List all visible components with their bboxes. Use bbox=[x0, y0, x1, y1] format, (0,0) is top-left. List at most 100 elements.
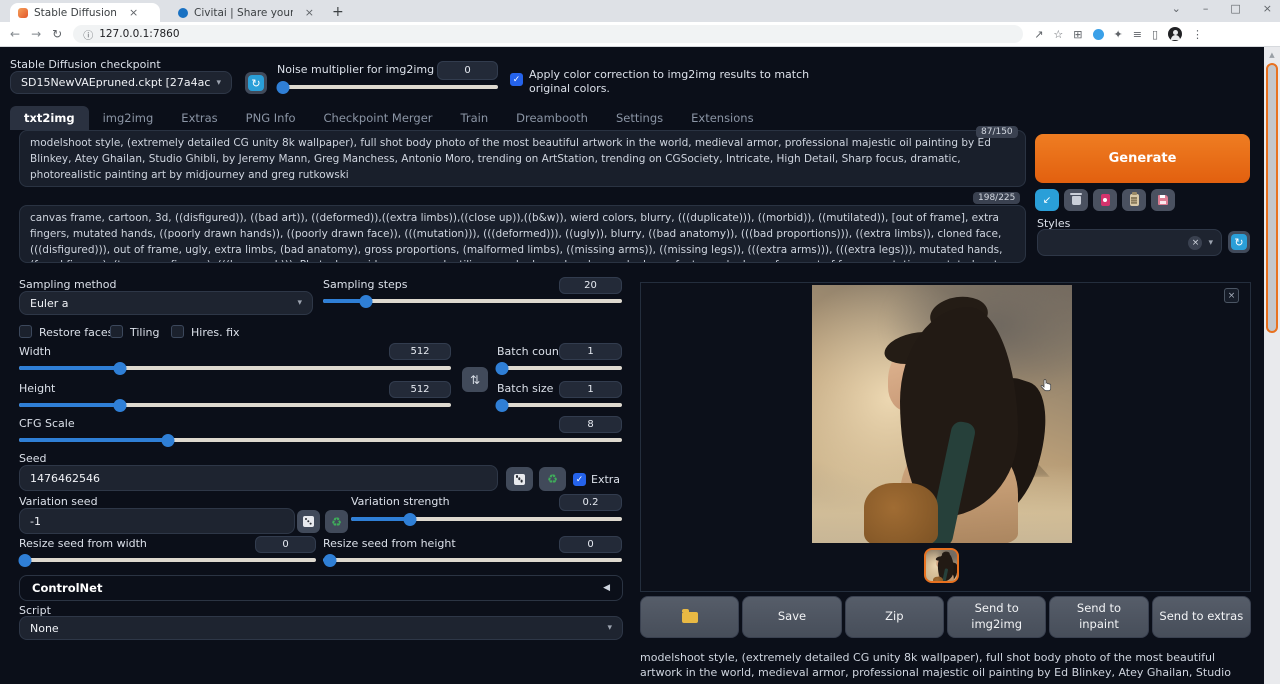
prompt-textarea[interactable]: modelshoot style, (extremely detailed CG… bbox=[19, 130, 1026, 187]
address-bar[interactable]: ⓘ 127.0.0.1:7860 bbox=[73, 25, 1023, 43]
tiling-label: Tiling bbox=[130, 326, 160, 339]
cfg-scale-slider[interactable] bbox=[19, 438, 622, 442]
tab-txt2img[interactable]: txt2img bbox=[10, 106, 89, 130]
stable-diffusion-favicon bbox=[18, 8, 28, 18]
output-buttons-row: Save Zip Send to img2img Send to inpaint… bbox=[640, 596, 1251, 638]
resize-seed-width-slider[interactable] bbox=[19, 558, 316, 562]
browser-tab-stable-diffusion[interactable]: Stable Diffusion × bbox=[10, 3, 160, 22]
color-correction-checkbox[interactable]: ✓ bbox=[510, 73, 523, 86]
browser-tab-civitai[interactable]: Civitai | Share your models × bbox=[170, 3, 322, 22]
random-variation-seed-button[interactable] bbox=[297, 510, 320, 533]
swap-dimensions-button[interactable]: ⇅ bbox=[462, 367, 488, 392]
window-minimize-button[interactable]: – bbox=[1203, 2, 1209, 15]
back-icon[interactable]: ← bbox=[10, 27, 20, 41]
apply-styles-button[interactable] bbox=[1122, 189, 1146, 211]
extension-blue-icon[interactable] bbox=[1093, 29, 1104, 40]
reading-list-icon[interactable]: ≡ bbox=[1133, 28, 1142, 41]
apps-grid-icon[interactable]: ⊞ bbox=[1073, 28, 1082, 41]
styles-refresh-button[interactable]: ↻ bbox=[1228, 231, 1250, 253]
variation-seed-input[interactable]: -1 bbox=[19, 508, 295, 534]
window-close-button[interactable]: × bbox=[1263, 2, 1272, 15]
sampling-steps-slider[interactable] bbox=[323, 299, 622, 303]
close-gallery-button[interactable]: × bbox=[1224, 288, 1239, 303]
zip-button[interactable]: Zip bbox=[845, 596, 944, 638]
side-panel-icon[interactable]: ▯ bbox=[1152, 28, 1158, 41]
variation-strength-slider[interactable] bbox=[351, 517, 622, 521]
forward-icon[interactable]: → bbox=[31, 27, 41, 41]
resize-seed-height-value[interactable]: 0 bbox=[559, 536, 622, 553]
noise-multiplier-slider[interactable] bbox=[281, 85, 498, 89]
batch-count-slider[interactable] bbox=[497, 366, 622, 370]
width-value[interactable]: 512 bbox=[389, 343, 451, 360]
tab-settings[interactable]: Settings bbox=[602, 106, 677, 130]
tab-train[interactable]: Train bbox=[447, 106, 503, 130]
reuse-variation-seed-button[interactable]: ♻ bbox=[325, 510, 348, 533]
resize-seed-height-slider[interactable] bbox=[323, 558, 622, 562]
tab-png-info[interactable]: PNG Info bbox=[232, 106, 310, 130]
clear-styles-icon[interactable]: × bbox=[1188, 236, 1202, 250]
cfg-scale-value[interactable]: 8 bbox=[559, 416, 622, 433]
batch-size-value[interactable]: 1 bbox=[559, 381, 622, 398]
gallery-thumbnail[interactable] bbox=[924, 548, 959, 583]
resize-seed-width-value[interactable]: 0 bbox=[255, 536, 316, 553]
styles-dropdown[interactable]: × ▾ bbox=[1037, 229, 1222, 256]
checkpoint-refresh-button[interactable]: ↻ bbox=[245, 72, 267, 94]
menu-dots-icon[interactable]: ⋮ bbox=[1192, 28, 1203, 41]
checkpoint-dropdown[interactable]: SD15NewVAEpruned.ckpt [27a4ac756c] ▾ bbox=[10, 71, 232, 94]
tab-close-icon[interactable]: × bbox=[305, 6, 314, 19]
open-folder-button[interactable] bbox=[640, 596, 739, 638]
extra-seed-checkbox[interactable]: ✓ bbox=[573, 473, 586, 486]
bookmark-star-icon[interactable]: ☆ bbox=[1053, 28, 1063, 41]
extensions-puzzle-icon[interactable]: ✦ bbox=[1114, 28, 1123, 41]
site-info-icon[interactable]: ⓘ bbox=[83, 27, 93, 42]
reload-icon[interactable]: ↻ bbox=[52, 27, 62, 41]
extra-networks-button[interactable] bbox=[1093, 189, 1117, 211]
share-icon[interactable]: ↗ bbox=[1034, 28, 1043, 41]
browser-toolbar: ← → ↻ ⓘ 127.0.0.1:7860 ↗ ☆ ⊞ ✦ ≡ ▯ ⋮ bbox=[0, 22, 1280, 47]
clear-prompt-button[interactable] bbox=[1064, 189, 1088, 211]
height-slider[interactable] bbox=[19, 403, 451, 407]
tab-search-icon[interactable]: ⌄ bbox=[1172, 2, 1181, 15]
reuse-seed-button[interactable]: ♻ bbox=[539, 467, 566, 491]
noise-multiplier-value[interactable]: 0 bbox=[437, 61, 498, 80]
new-tab-button[interactable]: + bbox=[332, 4, 344, 20]
chevron-down-icon: ▾ bbox=[607, 623, 612, 633]
batch-count-value[interactable]: 1 bbox=[559, 343, 622, 360]
sampling-steps-value[interactable]: 20 bbox=[559, 277, 622, 294]
width-slider[interactable] bbox=[19, 366, 451, 370]
controlnet-accordion[interactable]: ControlNet ◀ bbox=[19, 575, 623, 601]
send-to-inpaint-button[interactable]: Send to inpaint bbox=[1049, 596, 1148, 638]
page-scrollbar[interactable]: ▲ bbox=[1264, 47, 1280, 684]
tiling-checkbox[interactable] bbox=[110, 325, 123, 338]
window-maximize-button[interactable]: □ bbox=[1230, 2, 1240, 15]
tab-extensions[interactable]: Extensions bbox=[677, 106, 767, 130]
random-seed-button[interactable] bbox=[506, 467, 533, 491]
scrollbar-thumb[interactable] bbox=[1266, 63, 1278, 333]
profile-avatar[interactable] bbox=[1168, 27, 1182, 41]
hires-fix-checkbox[interactable] bbox=[171, 325, 184, 338]
negative-prompt-textarea[interactable]: canvas frame, cartoon, 3d, ((disfigured)… bbox=[19, 205, 1026, 263]
scrollbar-up-icon[interactable]: ▲ bbox=[1264, 47, 1280, 59]
seed-input[interactable]: 1476462546 bbox=[19, 465, 498, 491]
variation-strength-value[interactable]: 0.2 bbox=[559, 494, 622, 511]
tab-close-icon[interactable]: × bbox=[129, 6, 138, 19]
tab-checkpoint-merger[interactable]: Checkpoint Merger bbox=[310, 106, 447, 130]
tab-dreambooth[interactable]: Dreambooth bbox=[502, 106, 602, 130]
save-button[interactable]: Save bbox=[742, 596, 841, 638]
chevron-down-icon: ▾ bbox=[297, 298, 302, 308]
height-value[interactable]: 512 bbox=[389, 381, 451, 398]
send-to-img2img-button[interactable]: Send to img2img bbox=[947, 596, 1046, 638]
main-tab-bar: txt2img img2img Extras PNG Info Checkpoi… bbox=[10, 106, 768, 130]
restore-faces-checkbox[interactable] bbox=[19, 325, 32, 338]
paste-params-button[interactable]: ↙ bbox=[1035, 189, 1059, 211]
sampling-method-dropdown[interactable]: Euler a ▾ bbox=[19, 291, 313, 315]
save-style-button[interactable] bbox=[1151, 189, 1175, 211]
send-to-extras-button[interactable]: Send to extras bbox=[1152, 596, 1251, 638]
tab-img2img[interactable]: img2img bbox=[89, 106, 168, 130]
generate-button[interactable]: Generate bbox=[1035, 134, 1250, 183]
batch-size-slider[interactable] bbox=[497, 403, 622, 407]
tab-extras[interactable]: Extras bbox=[167, 106, 231, 130]
tab-title: Civitai | Share your models bbox=[194, 7, 293, 19]
generated-image[interactable] bbox=[812, 285, 1072, 543]
script-dropdown[interactable]: None ▾ bbox=[19, 616, 623, 640]
